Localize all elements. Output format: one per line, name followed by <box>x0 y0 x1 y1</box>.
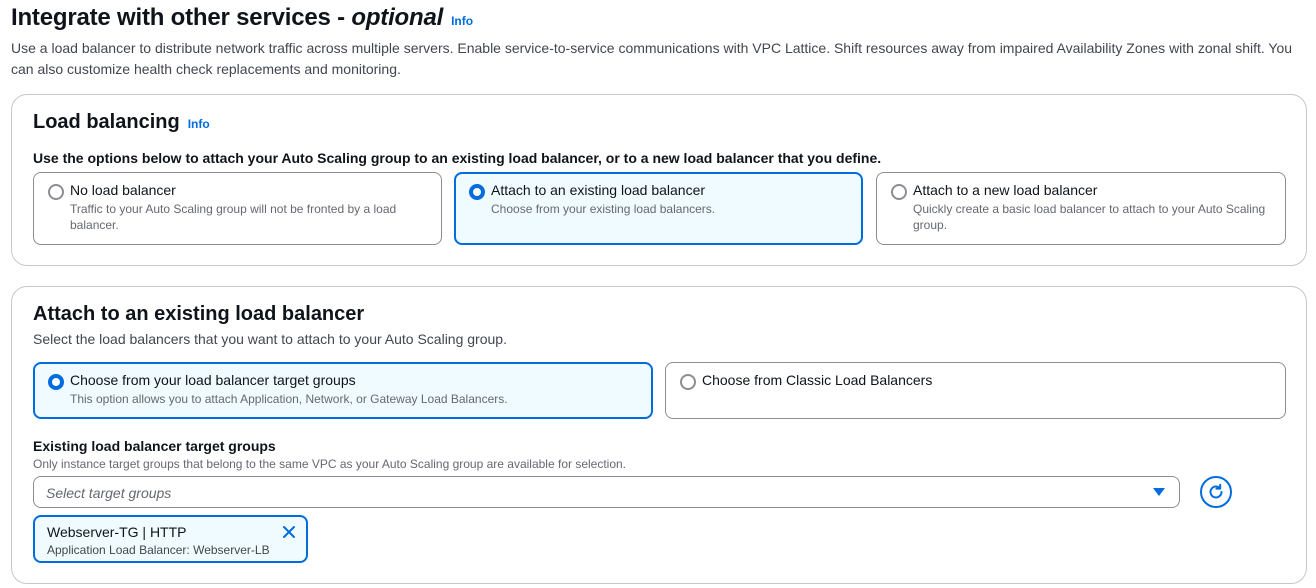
page-title: Integrate with other services - optional… <box>11 4 473 32</box>
target-groups-label: Existing load balancer target groups <box>33 438 276 454</box>
tile-description: Choose from your existing load balancers… <box>491 202 716 216</box>
tile-no-load-balancer[interactable]: No load balancer Traffic to your Auto Sc… <box>33 172 442 245</box>
close-icon[interactable] <box>282 525 296 539</box>
radio-no-load-balancer[interactable] <box>48 184 64 200</box>
radio-target-groups[interactable] <box>48 374 64 390</box>
tile-target-groups[interactable]: Choose from your load balancer target gr… <box>33 362 653 419</box>
tile-description: Quickly create a basic load balancer to … <box>913 202 1266 232</box>
refresh-icon <box>1209 483 1223 499</box>
select-placeholder: Select target groups <box>46 485 172 501</box>
page-heading: Integrate with other services - optional <box>11 4 443 32</box>
radio-classic-load-balancers[interactable] <box>680 374 696 390</box>
tile-title: Attach to an existing load balancer <box>491 182 706 198</box>
page-heading-text: Integrate with other services - <box>11 4 352 31</box>
tile-title: Choose from your load balancer target gr… <box>70 372 356 388</box>
tile-classic-load-balancers[interactable]: Choose from Classic Load Balancers <box>665 362 1286 419</box>
target-groups-select[interactable]: Select target groups <box>33 476 1180 508</box>
tile-title: Attach to a new load balancer <box>913 182 1098 198</box>
load-balancing-instruction: Use the options below to attach your Aut… <box>33 150 882 166</box>
attach-existing-description: Select the load balancers that you want … <box>33 331 507 347</box>
caret-down-icon <box>1153 488 1165 496</box>
info-link[interactable]: Info <box>451 14 473 28</box>
tile-description: Traffic to your Auto Scaling group will … <box>70 202 397 232</box>
radio-attach-existing-load-balancer[interactable] <box>469 184 485 200</box>
page-description: Use a load balancer to distribute networ… <box>11 40 1293 77</box>
tile-title: Choose from Classic Load Balancers <box>702 372 933 388</box>
page-heading-optional: optional <box>351 4 444 31</box>
attach-existing-container: Attach to an existing load balancer Sele… <box>11 286 1307 584</box>
tile-title: No load balancer <box>70 182 176 198</box>
load-balancing-title: Load balancing <box>33 111 180 133</box>
radio-attach-new-load-balancer[interactable] <box>891 184 907 200</box>
token-description: Application Load Balancer: Webserver-LB <box>47 543 270 557</box>
tile-description: This option allows you to attach Applica… <box>70 392 508 406</box>
attach-existing-header: Attach to an existing load balancer <box>33 303 364 326</box>
target-groups-hint: Only instance target groups that belong … <box>33 457 627 471</box>
load-balancing-info-link[interactable]: Info <box>188 117 210 131</box>
refresh-button[interactable] <box>1200 476 1232 508</box>
load-balancing-header: Load balancing Info <box>33 111 210 134</box>
tile-attach-new-load-balancer[interactable]: Attach to a new load balancer Quickly cr… <box>876 172 1286 245</box>
attach-existing-title: Attach to an existing load balancer <box>33 303 365 325</box>
selected-target-group-token: Webserver-TG | HTTP Application Load Bal… <box>33 515 308 563</box>
load-balancing-container: Load balancing Info Use the options belo… <box>11 94 1307 266</box>
tile-attach-existing-load-balancer[interactable]: Attach to an existing load balancer Choo… <box>454 172 863 245</box>
token-title: Webserver-TG | HTTP <box>47 524 187 540</box>
